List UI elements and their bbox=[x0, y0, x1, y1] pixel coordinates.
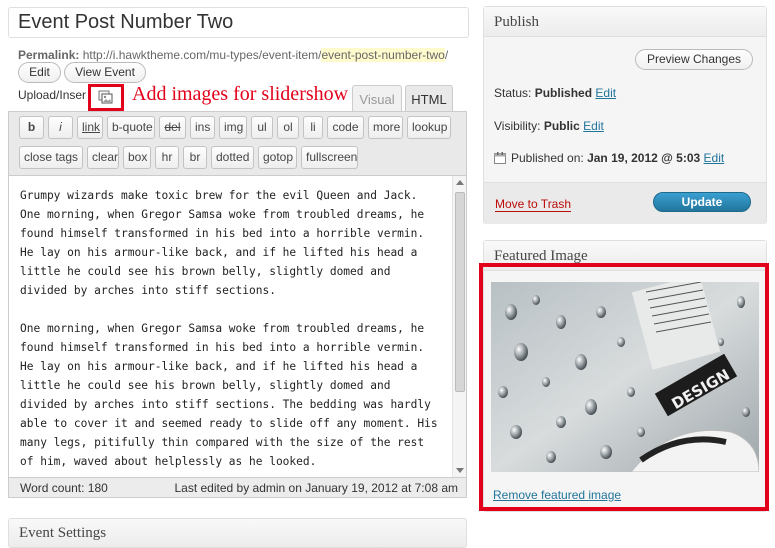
permalink-label: Permalink: bbox=[18, 48, 80, 62]
published-edit-link[interactable]: Edit bbox=[704, 151, 725, 165]
visibility-value: Public bbox=[543, 119, 580, 133]
qt-del-button[interactable]: del bbox=[159, 116, 186, 139]
tab-visual[interactable]: Visual bbox=[352, 85, 402, 112]
status-label: Status: bbox=[494, 86, 532, 100]
editor-paragraph: One morning, when Gregor Samsa woke from… bbox=[20, 322, 438, 468]
word-count: Word count: 180 bbox=[20, 481, 108, 495]
scroll-thumb[interactable] bbox=[455, 192, 465, 392]
permalink-trail: / bbox=[444, 48, 449, 62]
publish-actions: Move to Trash Update bbox=[484, 182, 766, 224]
qt-close-tags-button[interactable]: close tags bbox=[19, 146, 83, 169]
visibility-edit-link[interactable]: Edit bbox=[583, 119, 604, 133]
qt-img-button[interactable]: img bbox=[219, 116, 247, 139]
visibility-row: Visibility: Public Edit bbox=[494, 119, 604, 133]
scroll-up-icon[interactable] bbox=[456, 180, 464, 185]
qt-li-button[interactable]: li bbox=[303, 116, 323, 139]
qt-lookup-button[interactable]: lookup bbox=[407, 116, 451, 139]
scroll-down-icon[interactable] bbox=[456, 468, 464, 473]
qt-br-button[interactable]: br bbox=[183, 146, 207, 169]
media-gallery-icon bbox=[98, 90, 113, 104]
slideshow-annotation: Add images for slidershow bbox=[132, 83, 349, 105]
qt-italic-button[interactable]: i bbox=[48, 116, 73, 139]
permalink-row: Permalink: http://i.hawktheme.com/mu-typ… bbox=[18, 48, 448, 62]
qt-code-button[interactable]: code bbox=[327, 116, 364, 139]
editor-text: Grumpy wizards make toxic brew for the e… bbox=[20, 186, 450, 477]
featured-image-thumbnail[interactable]: DESIGN bbox=[491, 282, 759, 472]
qt-dotted-button[interactable]: dotted bbox=[211, 146, 254, 169]
qt-box-button[interactable]: box bbox=[123, 146, 151, 169]
editor-scrollbar[interactable] bbox=[452, 176, 466, 477]
quicktags-toolbar: b i link b-quote del ins img ul ol li co… bbox=[8, 111, 467, 175]
status-value: Published bbox=[534, 86, 593, 100]
editor-statusbar: Word count: 180 Last edited by admin on … bbox=[8, 478, 467, 498]
remove-featured-image-link[interactable]: Remove featured image bbox=[493, 488, 621, 502]
last-edited: Last edited by admin on January 19, 2012… bbox=[174, 481, 458, 495]
qt-fullscreen-button[interactable]: fullscreen bbox=[301, 146, 358, 169]
qt-ul-button[interactable]: ul bbox=[251, 116, 273, 139]
qt-blockquote-button[interactable]: b-quote bbox=[107, 116, 155, 139]
view-event-button[interactable]: View Event bbox=[64, 62, 146, 83]
status-row: Status: Published Edit bbox=[494, 86, 616, 100]
visibility-label: Visibility: bbox=[494, 119, 541, 133]
calendar-icon bbox=[494, 152, 506, 164]
qt-ol-button[interactable]: ol bbox=[277, 116, 299, 139]
event-settings-box[interactable]: Event Settings bbox=[8, 518, 467, 548]
add-media-button[interactable] bbox=[88, 84, 124, 111]
qt-gotop-button[interactable]: gotop bbox=[258, 146, 297, 169]
content-textarea[interactable]: Grumpy wizards make toxic brew for the e… bbox=[8, 175, 467, 478]
publish-title[interactable]: Publish bbox=[484, 7, 766, 37]
event-settings-title: Event Settings bbox=[19, 525, 107, 541]
permalink-base: http://i.hawktheme.com/mu-types/event-it… bbox=[82, 48, 322, 62]
status-edit-link[interactable]: Edit bbox=[595, 86, 616, 100]
qt-bold-button[interactable]: b bbox=[19, 116, 44, 139]
published-label: Published on: bbox=[511, 151, 584, 165]
tab-html[interactable]: HTML bbox=[405, 85, 453, 112]
editor-paragraph: Grumpy wizards make toxic brew for the e… bbox=[20, 189, 425, 297]
upload-insert-label: Upload/Inser bbox=[18, 88, 87, 102]
preview-changes-button[interactable]: Preview Changes bbox=[635, 49, 753, 70]
permalink-slug[interactable]: event-post-number-two bbox=[321, 48, 445, 62]
published-value: Jan 19, 2012 @ 5:03 bbox=[587, 151, 701, 165]
published-on-row: Published on: Jan 19, 2012 @ 5:03 Edit bbox=[494, 151, 724, 165]
qt-more-button[interactable]: more bbox=[368, 116, 403, 139]
qt-hr-button[interactable]: hr bbox=[155, 146, 179, 169]
permalink-edit-button[interactable]: Edit bbox=[18, 62, 61, 83]
qt-ins-button[interactable]: ins bbox=[190, 116, 215, 139]
qt-clear-button[interactable]: clear bbox=[87, 146, 119, 169]
update-button[interactable]: Update bbox=[653, 192, 751, 212]
publish-box: Publish Preview Changes Status: Publishe… bbox=[483, 6, 767, 224]
qt-link-button[interactable]: link bbox=[77, 116, 103, 139]
post-title-input[interactable]: Event Post Number Two bbox=[8, 7, 469, 38]
move-to-trash-link[interactable]: Move to Trash bbox=[495, 198, 572, 212]
